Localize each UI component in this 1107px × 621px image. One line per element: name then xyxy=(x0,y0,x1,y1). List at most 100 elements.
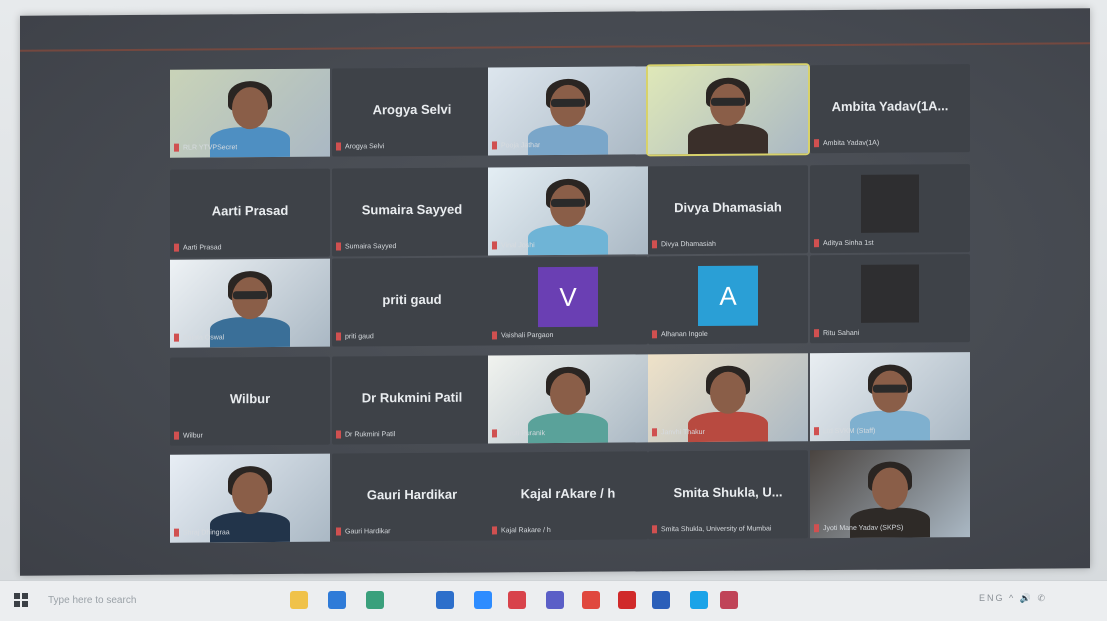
chrome-icon[interactable] xyxy=(582,591,600,609)
participant-tile[interactable]: Janvhi Thakur xyxy=(648,353,808,443)
participant-display-name: Dr Rukmini Patil xyxy=(361,389,463,406)
file-explorer-icon[interactable] xyxy=(290,591,308,609)
participant-name-tag: Ritu Sahani xyxy=(814,328,859,340)
participant-tile[interactable]: Dr Rukmini Patil Dr Rukmini Patil xyxy=(332,355,492,445)
muted-mic-icon xyxy=(492,526,497,535)
participant-tile[interactable]: Shruti Puranik xyxy=(488,354,648,444)
participant-tile[interactable]: Pooja Jathar xyxy=(488,66,648,156)
muted-mic-icon xyxy=(336,430,341,439)
muted-mic-icon xyxy=(814,239,819,248)
participant-name-tag: Kajal Rakare / h xyxy=(492,525,551,537)
avatar: A xyxy=(698,265,758,327)
photos-icon[interactable] xyxy=(508,591,526,609)
participant-tile[interactable] xyxy=(646,63,810,157)
participant-display-name: priti gaud xyxy=(382,291,442,308)
participant-display-name: Gauri Hardikar xyxy=(366,486,458,503)
participant-name-tag: Jyoti Mane Yadav (SKPS) xyxy=(814,523,903,536)
participant-name-tag: RLR YTVPSecret xyxy=(174,142,237,154)
participant-name-tag: Ltd SVKM (Staff) xyxy=(814,426,875,438)
gallery-view-grid: RLR YTVPSecret Arogya Selvi Arogya Selvi Po… xyxy=(20,8,1090,575)
participant-name-tag: Smita Shukla, University of Mumbai xyxy=(652,523,771,536)
taskbar-search-input[interactable]: Type here to search xyxy=(40,589,268,613)
muted-mic-icon xyxy=(174,333,179,342)
mail-icon[interactable] xyxy=(436,591,454,609)
store-icon[interactable] xyxy=(366,591,384,609)
muted-mic-icon xyxy=(174,243,179,252)
participant-tile[interactable]: Ambita Yadav(1A... Ambita Yadav(1A) xyxy=(810,64,970,154)
muted-mic-icon xyxy=(174,528,179,537)
muted-mic-icon xyxy=(336,332,341,341)
participant-name-tag: Janvhi Thakur xyxy=(652,427,705,439)
zoom-meeting-window: RLR YTVPSecret Arogya Selvi Arogya Selvi Po… xyxy=(20,8,1090,576)
participant-tile[interactable]: Smita Shukla, U... Smita Shukla, Universi… xyxy=(648,450,808,540)
participant-name-tag: Divya Dhamasiah xyxy=(652,239,716,251)
participant-tile[interactable]: Aditya Sinha 1st xyxy=(810,164,970,254)
participant-display-name: Aarti Prasad xyxy=(211,202,289,219)
participant-name-tag: Aditya Sinha 1st xyxy=(814,238,874,250)
participant-name-tag: priti gaud xyxy=(336,331,374,343)
participant-tile[interactable]: Arogya Selvi Arogya Selvi xyxy=(332,67,492,157)
muted-mic-icon xyxy=(492,241,497,250)
muted-mic-icon xyxy=(492,429,497,438)
participant-name-tag: Wilbur xyxy=(174,430,203,442)
muted-mic-icon xyxy=(652,240,657,249)
participant-tile[interactable]: Wilbur Wilbur xyxy=(170,356,330,446)
muted-mic-icon xyxy=(814,427,819,436)
windows-start-icon[interactable] xyxy=(14,593,28,607)
muted-mic-icon xyxy=(814,329,819,338)
participant-tile[interactable]: A Alhanan Ingole xyxy=(648,255,808,345)
avatar: V xyxy=(538,266,598,328)
word-icon[interactable] xyxy=(652,591,670,609)
participant-tile[interactable]: V Vaishali Pargaon xyxy=(488,256,648,346)
participant-tile[interactable]: Vinal Joshi xyxy=(488,166,648,256)
participant-display-name: Smita Shukla, U... xyxy=(673,484,783,501)
muted-mic-icon xyxy=(814,524,819,533)
edge-icon[interactable] xyxy=(328,591,346,609)
opera-icon[interactable] xyxy=(618,591,636,609)
system-tray[interactable]: ENG ^ 🔊 ✆ xyxy=(979,593,1047,604)
muted-mic-icon xyxy=(336,142,341,151)
participant-name-tag: Shraj Dhingraa xyxy=(174,527,230,539)
muted-mic-icon xyxy=(492,331,497,340)
participant-tile[interactable]: Sujata Oswal xyxy=(170,258,330,348)
participant-display-name: Wilbur xyxy=(229,390,271,407)
participant-tile[interactable]: priti gaud priti gaud xyxy=(332,257,492,347)
teams-icon[interactable] xyxy=(546,591,564,609)
participant-name-tag: Pooja Jathar xyxy=(492,140,540,152)
muted-mic-icon xyxy=(492,141,497,150)
muted-mic-icon xyxy=(652,525,657,534)
participant-tile[interactable]: Sumaira Sayyed Sumaira Sayyed xyxy=(332,167,492,257)
participant-tile[interactable]: Divya Dhamasiah Divya Dhamasiah xyxy=(648,165,808,255)
participant-tile[interactable]: Aarti Prasad Aarti Prasad xyxy=(170,168,330,258)
muted-mic-icon xyxy=(336,242,341,251)
participant-tile[interactable]: Shraj Dhingraa xyxy=(170,453,330,543)
skype-icon[interactable] xyxy=(690,591,708,609)
participant-name-tag: Alhanan Ingole xyxy=(652,329,708,341)
participant-tile[interactable]: Jyoti Mane Yadav (SKPS) xyxy=(810,449,970,539)
participant-name-tag: Arogya Selvi xyxy=(336,141,384,153)
app-icon[interactable] xyxy=(720,591,738,609)
participant-name-tag: Gauri Hardikar xyxy=(336,526,391,538)
participant-name-tag: Sujata Oswal xyxy=(174,332,224,344)
participant-tile[interactable]: Ltd SVKM (Staff) xyxy=(810,352,970,442)
muted-mic-icon xyxy=(174,143,179,152)
participant-tile[interactable]: RLR YTVPSecret xyxy=(170,68,330,158)
muted-mic-icon xyxy=(652,428,657,437)
muted-mic-icon xyxy=(174,431,179,440)
avatar xyxy=(861,174,919,233)
participant-name-tag: Aarti Prasad xyxy=(174,242,222,254)
participant-name-tag: Sumaira Sayyed xyxy=(336,241,396,253)
zoom-icon[interactable] xyxy=(474,591,492,609)
participant-display-name: Divya Dhamasiah xyxy=(674,199,782,216)
participant-display-name: Arogya Selvi xyxy=(372,101,452,118)
muted-mic-icon xyxy=(814,139,819,148)
muted-mic-icon xyxy=(336,527,341,536)
participant-name-tag: Vinal Joshi xyxy=(492,240,535,252)
participant-tile[interactable]: Gauri Hardikar Gauri Hardikar xyxy=(332,452,492,542)
participant-tile[interactable]: Ritu Sahani xyxy=(810,254,970,344)
participant-tile[interactable]: Kajal rAkare / h Kajal Rakare / h xyxy=(488,451,648,541)
participant-name-tag: Shruti Puranik xyxy=(492,428,545,440)
participant-display-name: Ambita Yadav(1A... xyxy=(831,98,949,115)
participant-name-tag: Ambita Yadav(1A) xyxy=(814,138,879,150)
avatar xyxy=(861,264,919,323)
